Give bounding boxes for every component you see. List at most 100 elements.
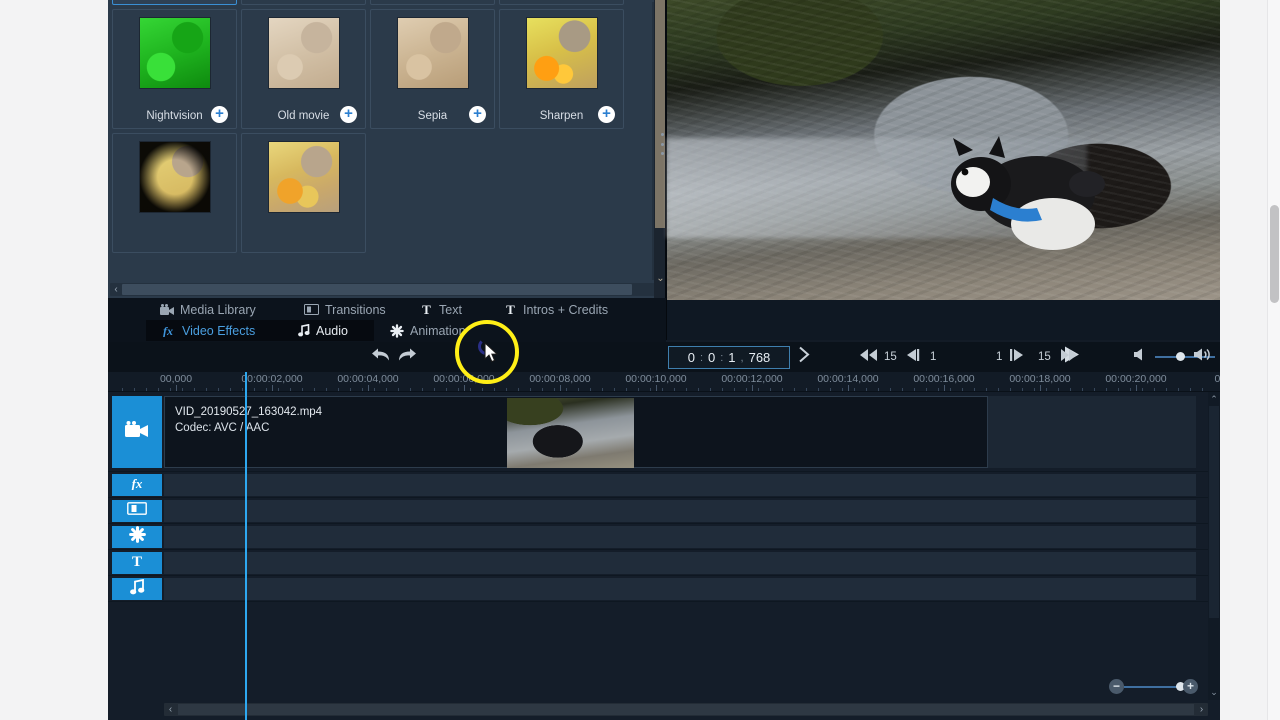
transitions-icon xyxy=(127,502,147,520)
ruler-minor-tick xyxy=(290,388,291,391)
redo-icon[interactable] xyxy=(396,347,418,368)
timecode-field[interactable]: 0 : 0 : 1 , 768 xyxy=(668,346,790,369)
speaker-on-icon[interactable] xyxy=(1194,348,1212,367)
zoom-out-button[interactable]: − xyxy=(1109,679,1124,694)
tab-video-effects[interactable]: fx Video Effects xyxy=(160,320,255,341)
playhead-ruler-marker[interactable] xyxy=(245,372,247,392)
ruler-minor-tick xyxy=(230,388,231,391)
add-effect-icon[interactable]: + xyxy=(340,106,357,123)
track-header-animation[interactable] xyxy=(112,526,162,548)
timeline-clip-video[interactable]: VID_20190527_163042.mp4 Codec: AVC / AAC xyxy=(164,396,988,468)
ruler-minor-tick xyxy=(242,388,243,391)
effect-card[interactable]: Inverse color+ xyxy=(370,0,495,5)
ruler-minor-tick xyxy=(926,388,927,391)
tab-animation[interactable]: Animation xyxy=(390,320,466,341)
timeline-horizontal-scrollbar[interactable]: ‹ › xyxy=(164,703,1208,716)
add-effect-icon[interactable]: + xyxy=(469,106,486,123)
effect-thumbnail xyxy=(526,17,598,89)
ruler-minor-tick xyxy=(866,388,867,391)
zoom-slider-track[interactable] xyxy=(1124,686,1180,688)
skip-forward-button[interactable] xyxy=(1060,348,1078,366)
ruler-minor-tick xyxy=(998,388,999,391)
fx-icon: fx xyxy=(128,476,146,495)
timeline-hscroll-thumb[interactable] xyxy=(178,704,1194,715)
track-lane-text[interactable] xyxy=(164,552,1196,574)
ruler-tick xyxy=(176,385,177,391)
step-forward-button[interactable] xyxy=(1008,348,1024,366)
ruler-minor-tick xyxy=(890,388,891,391)
ruler-minor-tick xyxy=(950,388,951,391)
effects-horizontal-scrollbar[interactable]: ‹ › xyxy=(110,283,663,296)
timecode-minutes: 0 xyxy=(708,350,715,365)
browser-scrollbar[interactable] xyxy=(1267,0,1280,720)
track-header-text[interactable]: T xyxy=(112,552,162,574)
effect-card[interactable] xyxy=(112,133,237,253)
text-T-icon: T xyxy=(129,553,145,574)
ruler-minor-tick xyxy=(1022,388,1023,391)
tab-intros-credits[interactable]: T Intros + Credits xyxy=(504,299,608,320)
ruler-minor-tick xyxy=(734,388,735,391)
ruler-minor-tick xyxy=(422,388,423,391)
effect-card[interactable]: Greyscale+ xyxy=(241,0,366,5)
ruler-minor-tick xyxy=(698,388,699,391)
timeline-ruler[interactable]: 00,00000:00:02,00000:00:04,00000:00:06,0… xyxy=(108,372,1220,392)
track-lane-transitions[interactable] xyxy=(164,500,1196,522)
track-lane-effects[interactable] xyxy=(164,474,1196,496)
effect-card[interactable]: Color adjustme+ xyxy=(112,0,237,5)
tab-transitions[interactable]: Transitions xyxy=(304,299,386,320)
add-effect-icon[interactable]: + xyxy=(211,106,228,123)
browser-scrollbar-thumb[interactable] xyxy=(1270,205,1279,303)
ruler-minor-tick xyxy=(818,388,819,391)
effect-card[interactable]: Sepia+ xyxy=(370,9,495,129)
track-animation xyxy=(108,524,1208,550)
ruler-label: 00:00:08,000 xyxy=(529,373,590,385)
volume-slider-knob[interactable] xyxy=(1176,352,1185,361)
undo-icon[interactable] xyxy=(370,347,392,368)
ruler-minor-tick xyxy=(386,388,387,391)
track-lane-animation[interactable] xyxy=(164,526,1196,548)
tab-label: Animation xyxy=(410,324,466,338)
step-fwd-amount: 1 xyxy=(996,351,1002,363)
track-header-video[interactable] xyxy=(112,396,162,468)
effect-card[interactable]: Old movie+ xyxy=(241,9,366,129)
timeline-playhead[interactable] xyxy=(245,392,247,720)
track-header-transitions[interactable] xyxy=(112,500,162,522)
zoom-in-button[interactable]: + xyxy=(1183,679,1198,694)
timecode-sep: : xyxy=(720,352,723,364)
track-header-audio[interactable] xyxy=(112,578,162,600)
track-lane-audio[interactable] xyxy=(164,578,1196,600)
effect-card[interactable]: Nightvision+ xyxy=(112,9,237,129)
chevron-right-icon[interactable] xyxy=(796,346,812,369)
speaker-muted-icon[interactable] xyxy=(1134,348,1146,366)
add-effect-icon[interactable]: + xyxy=(598,106,615,123)
transport-bar: 0 : 0 : 1 , 768 15 1 1 xyxy=(108,342,1220,372)
preview-video-frame[interactable] xyxy=(667,0,1220,300)
scroll-left-icon[interactable]: ‹ xyxy=(110,283,122,296)
ruler-minor-tick xyxy=(134,388,135,391)
timeline-zoom-control[interactable]: − + xyxy=(1109,679,1198,694)
ruler-minor-tick xyxy=(914,388,915,391)
tab-media-library[interactable]: Media Library xyxy=(160,299,256,320)
tab-text[interactable]: T Text xyxy=(420,299,462,320)
ruler-minor-tick xyxy=(758,388,759,391)
track-header-effects[interactable]: fx xyxy=(112,474,162,496)
svg-text:T: T xyxy=(506,303,515,316)
scroll-left-icon[interactable]: ‹ xyxy=(164,703,177,716)
timeline-vertical-scrollbar[interactable]: ⌃ ⌄ xyxy=(1208,392,1220,700)
tab-audio[interactable]: Audio xyxy=(298,320,348,341)
track-lane-video[interactable]: VID_20190527_163042.mp4 Codec: AVC / AAC xyxy=(164,396,1196,468)
track-audio xyxy=(108,576,1208,602)
skip-backward-button[interactable] xyxy=(860,348,878,366)
scroll-down-icon[interactable]: ⌄ xyxy=(1208,687,1220,698)
tab-row-primary: Media Library Transitions T Text T xyxy=(108,299,666,320)
effect-card[interactable]: Linoleum+ xyxy=(499,0,624,5)
step-backward-button[interactable] xyxy=(906,348,922,366)
ruler-minor-tick xyxy=(266,388,267,391)
effects-hscroll-thumb[interactable] xyxy=(122,284,632,295)
timeline-vscroll-thumb[interactable] xyxy=(1209,406,1219,618)
scroll-up-icon[interactable]: ⌃ xyxy=(1208,394,1220,405)
ruler-minor-tick xyxy=(170,388,171,391)
scroll-right-icon[interactable]: › xyxy=(1195,703,1208,716)
effect-card[interactable]: Sharpen+ xyxy=(499,9,624,129)
effect-card[interactable] xyxy=(241,133,366,253)
